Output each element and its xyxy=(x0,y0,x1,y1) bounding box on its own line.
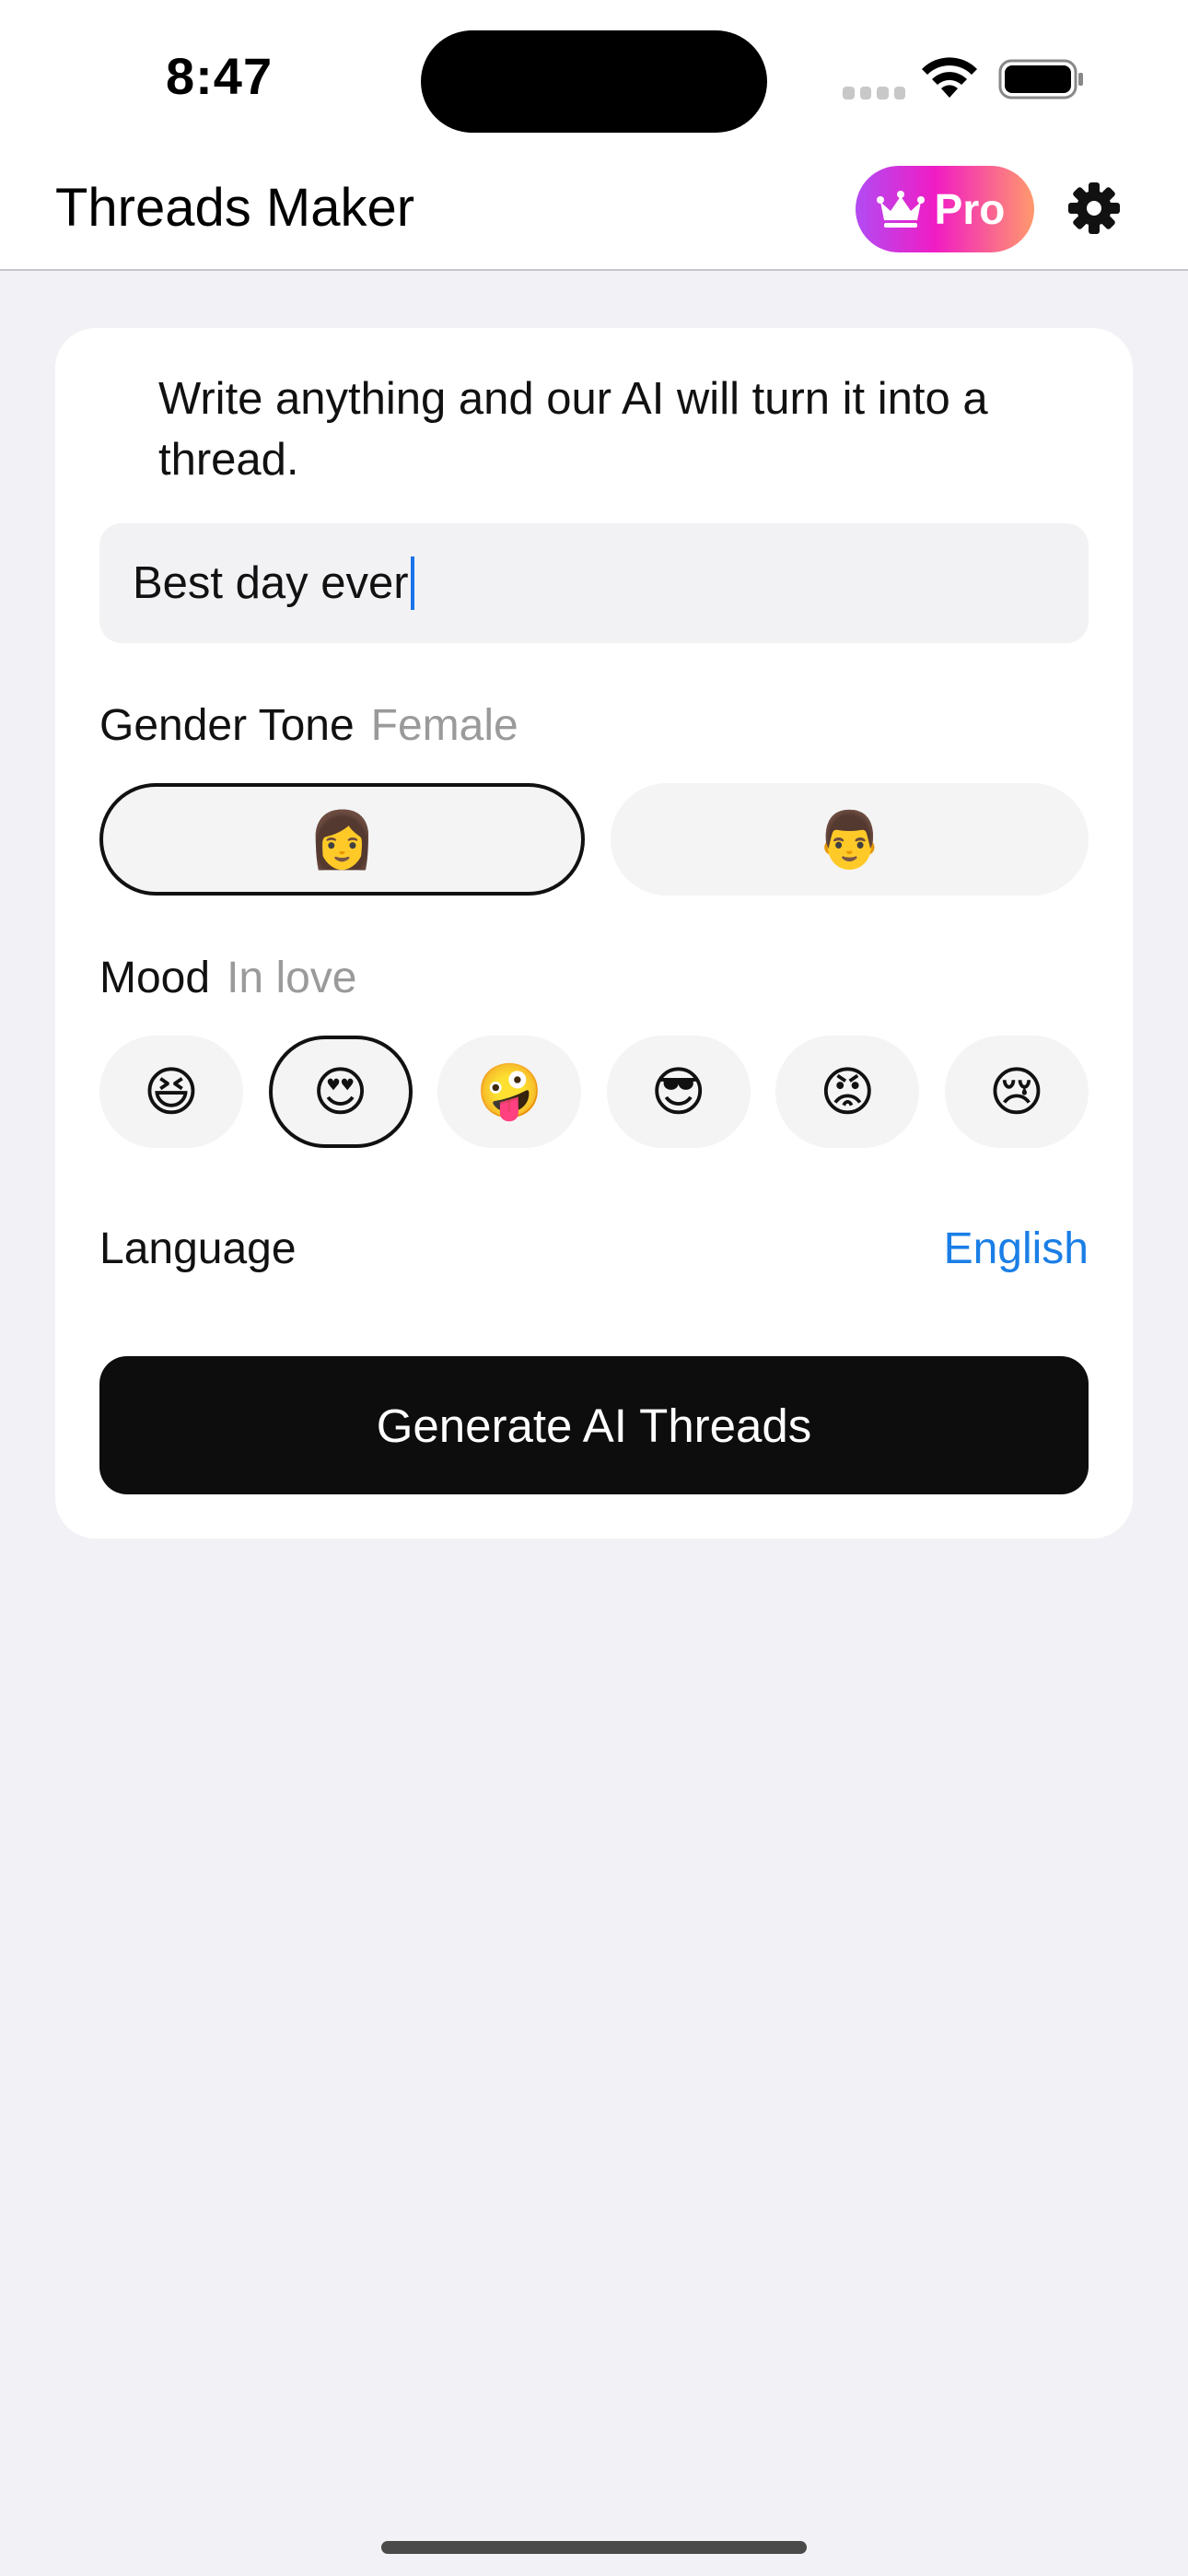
language-value[interactable]: English xyxy=(944,1224,1089,1274)
text-caret xyxy=(410,556,414,610)
mood-option-laughing[interactable]: 😆 xyxy=(99,1036,243,1148)
topic-input-value: Best day ever xyxy=(133,558,409,608)
intro-text: Write anything and our AI will turn it i… xyxy=(158,374,988,485)
pro-button[interactable]: Pro xyxy=(856,166,1034,252)
mood-selected: In love xyxy=(227,954,357,1002)
wifi-icon xyxy=(922,57,977,98)
gender-option-female[interactable]: 👩 xyxy=(99,783,585,896)
gender-tone-title: Gender Tone xyxy=(99,701,355,750)
language-row[interactable]: Language English xyxy=(99,1224,1089,1274)
mood-label: Mood In love xyxy=(99,953,357,1003)
pro-label: Pro xyxy=(934,185,1006,233)
home-indicator[interactable] xyxy=(381,2541,807,2554)
gender-option-male[interactable]: 👨 xyxy=(611,783,1089,896)
gender-tone-selected: Female xyxy=(370,701,518,750)
mood-options: 😆 😍 🤪 😎 😡 😢 xyxy=(99,1036,1089,1148)
gender-options: 👩 👨 xyxy=(99,783,1089,896)
generate-threads-button[interactable]: Generate AI Threads xyxy=(99,1356,1089,1494)
mood-option-cool[interactable]: 😎 xyxy=(606,1036,751,1148)
mood-option-zany[interactable]: 🤪 xyxy=(437,1036,582,1148)
mood-option-sad[interactable]: 😢 xyxy=(944,1036,1089,1148)
gear-icon[interactable] xyxy=(1068,182,1120,234)
dynamic-island xyxy=(421,30,767,133)
topic-input[interactable]: Best day ever xyxy=(99,523,1089,643)
gender-tone-label: Gender Tone Female xyxy=(99,700,518,751)
thread-form-card: Write anything and our AI will turn it i… xyxy=(55,328,1133,1539)
crown-icon xyxy=(876,191,925,228)
mood-option-in-love[interactable]: 😍 xyxy=(268,1036,413,1148)
cellular-signal-icon xyxy=(843,87,905,100)
top-bar: 8:47 Threads Maker Pro xyxy=(0,0,1188,271)
app-title: Threads Maker xyxy=(55,178,415,238)
status-time: 8:47 xyxy=(166,47,274,105)
battery-icon xyxy=(998,59,1083,100)
mood-title: Mood xyxy=(99,954,211,1002)
mood-option-angry[interactable]: 😡 xyxy=(775,1036,920,1148)
language-label: Language xyxy=(99,1224,297,1273)
